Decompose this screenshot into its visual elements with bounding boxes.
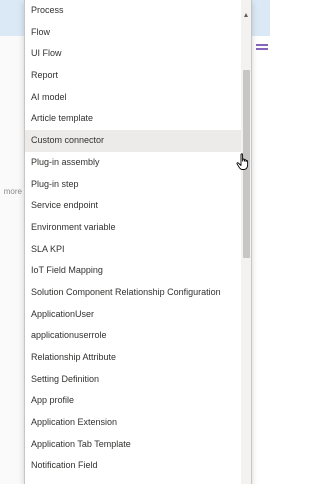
dropdown-option[interactable]: Flow [25, 22, 241, 44]
hamburger-icon[interactable] [256, 44, 268, 54]
dropdown-option[interactable]: Application Tab Template [25, 434, 241, 456]
dropdown-option[interactable]: Plug-in assembly [25, 152, 241, 174]
dropdown-option[interactable]: Report [25, 65, 241, 87]
dropdown-option[interactable]: applicationuserrole [25, 325, 241, 347]
dropdown-option[interactable]: SLA KPI [25, 239, 241, 261]
dropdown-option[interactable]: Process [25, 0, 241, 22]
dropdown-option[interactable]: Setting Definition [25, 369, 241, 391]
dropdown-option[interactable]: ApplicationUser [25, 304, 241, 326]
dropdown-option[interactable]: AI model [25, 87, 241, 109]
dropdown-option[interactable]: Solution Component Relationship Configur… [25, 282, 241, 304]
dropdown-option[interactable]: Article template [25, 108, 241, 130]
dropdown-scrollbar[interactable] [241, 0, 251, 484]
hand-pointer-icon [236, 153, 249, 170]
chevron-up-icon[interactable] [241, 10, 251, 20]
dropdown-option[interactable]: UI Flow [25, 43, 241, 65]
background-left-panel [0, 36, 24, 484]
dropdown-option[interactable]: IoT Field Mapping [25, 260, 241, 282]
dropdown-option[interactable]: Custom connector [25, 130, 241, 152]
see-more-link[interactable]: more [0, 187, 24, 196]
dropdown-option[interactable]: Application Extension [25, 412, 241, 434]
dropdown-option[interactable]: App profile [25, 390, 241, 412]
dropdown-option[interactable]: Plug-in step [25, 174, 241, 196]
option-list: Process Flow UI Flow Report AI model Article … [25, 0, 241, 477]
dropdown-option[interactable]: Relationship Attribute [25, 347, 241, 369]
background-right-panel [252, 36, 270, 484]
dropdown-option[interactable]: Notification Field [25, 455, 241, 477]
dropdown-option[interactable]: Environment variable [25, 217, 241, 239]
dropdown-option[interactable]: Service endpoint [25, 195, 241, 217]
type-dropdown-list[interactable]: Process Flow UI Flow Report AI model Article … [24, 0, 252, 484]
